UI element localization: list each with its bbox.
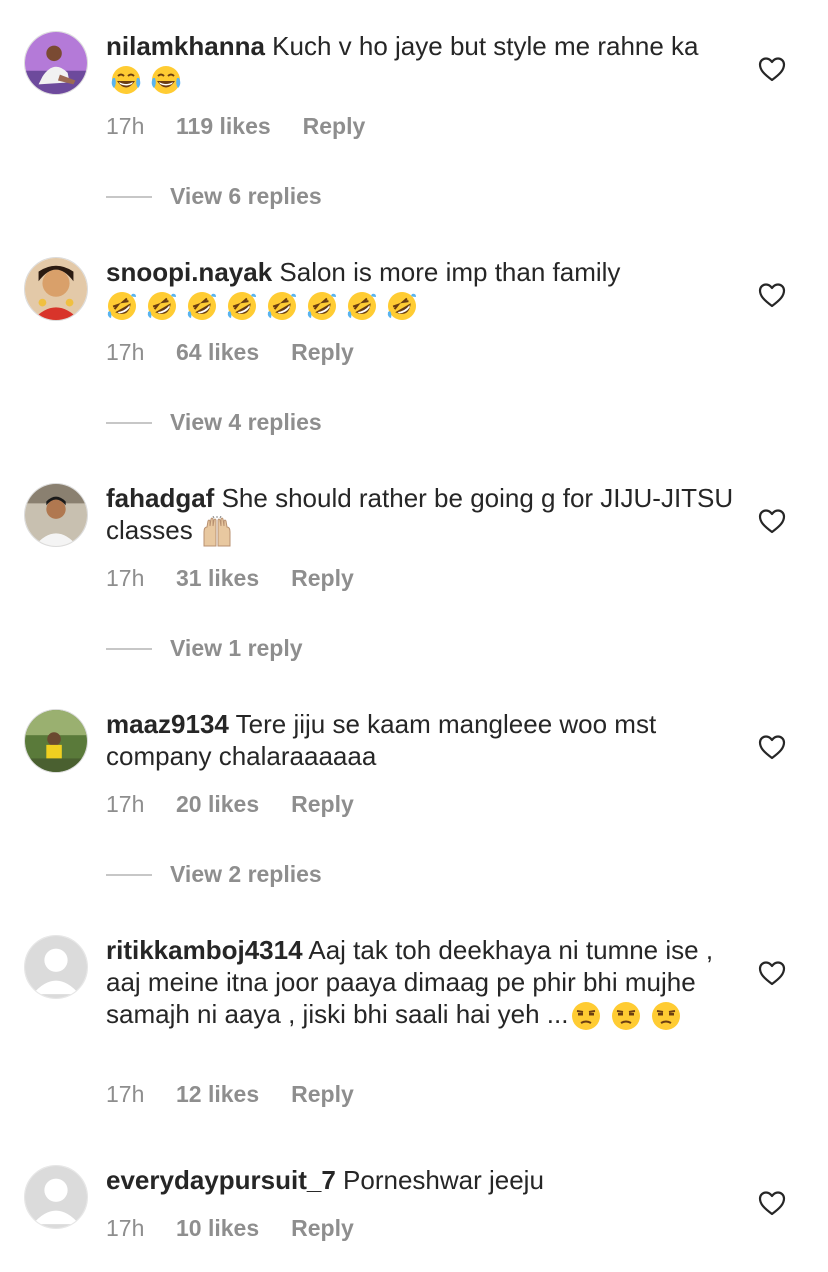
comment-username[interactable]: maaz9134 xyxy=(106,709,229,739)
comment-timestamp: 17h xyxy=(106,1215,145,1241)
rolling-on-floor-laughing-icon xyxy=(226,290,258,322)
reply-button[interactable]: Reply xyxy=(291,790,354,818)
comment-timestamp: 17h xyxy=(106,339,145,365)
replies-divider xyxy=(106,421,152,424)
rolling-on-floor-laughing-icon xyxy=(266,290,298,322)
comment-username[interactable]: everydaypursuit_7 xyxy=(106,1165,336,1195)
comment-timestamp: 17h xyxy=(106,791,145,817)
view-replies-label: View 6 replies xyxy=(170,183,322,209)
view-replies-label: View 4 replies xyxy=(170,409,322,435)
view-replies-label: View 2 replies xyxy=(170,861,322,887)
comment-username[interactable]: snoopi.nayak xyxy=(106,257,272,287)
emoji-row xyxy=(568,1000,690,1033)
heart-outline-icon[interactable] xyxy=(758,960,786,986)
reply-button[interactable]: Reply xyxy=(291,564,354,592)
comment-likes[interactable]: 119 likes xyxy=(176,112,271,140)
view-replies-label: View 1 reply xyxy=(170,635,303,661)
comment-likes[interactable]: 20 likes xyxy=(176,790,259,818)
comment-body: Salon is more imp than family xyxy=(279,257,621,287)
face-with-tears-of-joy-icon xyxy=(150,64,182,96)
default-avatar-icon[interactable] xyxy=(24,1165,88,1229)
replies-divider xyxy=(106,647,152,650)
view-replies-button[interactable]: View 2 replies xyxy=(106,861,322,891)
rolling-on-floor-laughing-icon xyxy=(146,290,178,322)
comment-username[interactable]: fahadgaf xyxy=(106,483,214,513)
heart-outline-icon[interactable] xyxy=(758,734,786,760)
comment-text: nilamkhanna Kuch v ho jaye but style me … xyxy=(106,30,736,97)
replies-divider xyxy=(106,195,152,198)
comment-timestamp: 17h xyxy=(106,113,145,139)
emoji-row xyxy=(106,290,426,323)
comment-text: maaz9134 Tere jiju se kaam mangleee woo … xyxy=(106,708,736,772)
rolling-on-floor-laughing-icon xyxy=(186,290,218,322)
comment-likes[interactable]: 10 likes xyxy=(176,1214,259,1242)
raising-hands-icon xyxy=(201,515,233,548)
heart-outline-icon[interactable] xyxy=(758,508,786,534)
emoji-row xyxy=(106,64,190,97)
reply-button[interactable]: Reply xyxy=(303,112,366,140)
face-with-tears-of-joy-icon xyxy=(110,64,142,96)
avatar[interactable] xyxy=(24,483,88,547)
default-avatar-icon[interactable] xyxy=(24,935,88,999)
rolling-on-floor-laughing-icon xyxy=(386,290,418,322)
replies-divider xyxy=(106,873,152,876)
comment-likes[interactable]: 31 likes xyxy=(176,564,259,592)
comment-meta: 17h 31 likes Reply xyxy=(106,564,354,592)
avatar[interactable] xyxy=(24,709,88,773)
heart-outline-icon[interactable] xyxy=(758,56,786,82)
view-replies-button[interactable]: View 4 replies xyxy=(106,409,322,439)
avatar[interactable] xyxy=(24,31,88,95)
avatar[interactable] xyxy=(24,257,88,321)
comment-username[interactable]: ritikkamboj4314 xyxy=(106,935,303,965)
rolling-on-floor-laughing-icon xyxy=(346,290,378,322)
reply-button[interactable]: Reply xyxy=(291,338,354,366)
reply-button[interactable]: Reply xyxy=(291,1214,354,1242)
comment-body: Porneshwar jeeju xyxy=(343,1165,544,1195)
comment-meta: 17h 12 likes Reply xyxy=(106,1080,354,1108)
unamused-face-icon xyxy=(570,1000,602,1032)
comment-timestamp: 17h xyxy=(106,565,145,591)
comment-timestamp: 17h xyxy=(106,1081,145,1107)
rolling-on-floor-laughing-icon xyxy=(306,290,338,322)
view-replies-button[interactable]: View 1 reply xyxy=(106,635,303,665)
comment-text: snoopi.nayak Salon is more imp than fami… xyxy=(106,256,736,323)
comment-text: ritikkamboj4314 Aaj tak toh deekhaya ni … xyxy=(106,934,736,1033)
comment-likes[interactable]: 64 likes xyxy=(176,338,259,366)
comment-meta: 17h 10 likes Reply xyxy=(106,1214,354,1242)
comment-username[interactable]: nilamkhanna xyxy=(106,31,265,61)
comment-text: fahadgaf She should rather be going g fo… xyxy=(106,482,736,549)
unamused-face-icon xyxy=(650,1000,682,1032)
reply-button[interactable]: Reply xyxy=(291,1080,354,1108)
comment-meta: 17h 64 likes Reply xyxy=(106,338,354,366)
comment-meta: 17h 20 likes Reply xyxy=(106,790,354,818)
heart-outline-icon[interactable] xyxy=(758,282,786,308)
comment-text: everydaypursuit_7 Porneshwar jeeju xyxy=(106,1164,736,1196)
emoji-row xyxy=(193,515,241,549)
comment-body: Kuch v ho jaye but style me rahne ka xyxy=(272,31,699,61)
view-replies-button[interactable]: View 6 replies xyxy=(106,183,322,213)
comment-likes[interactable]: 12 likes xyxy=(176,1080,259,1108)
comment-meta: 17h 119 likes Reply xyxy=(106,112,365,140)
heart-outline-icon[interactable] xyxy=(758,1190,786,1216)
rolling-on-floor-laughing-icon xyxy=(106,290,138,322)
unamused-face-icon xyxy=(610,1000,642,1032)
